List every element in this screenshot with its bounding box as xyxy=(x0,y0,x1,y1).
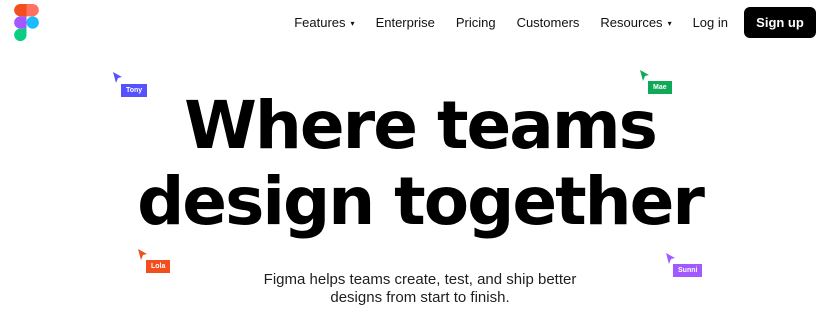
nav-item-label: Enterprise xyxy=(375,14,435,30)
top-nav: Features ▾ Enterprise Pricing Customers … xyxy=(294,0,840,44)
cursor-name-tag-lola: Lola xyxy=(146,260,171,273)
cursor-pointer-icon xyxy=(666,253,675,264)
nav-item-label: Resources xyxy=(600,14,663,30)
hero-subtitle: Figma helps teams create, test, and ship… xyxy=(0,271,840,307)
cursor-name-tag-tony: Tony xyxy=(121,84,148,97)
cursor-name-tag-mae: Mae xyxy=(648,81,672,94)
nav-item-label: Customers xyxy=(516,14,580,30)
headline-line-2: design together xyxy=(137,163,705,240)
nav-item-label: Pricing xyxy=(455,14,496,30)
chevron-down-icon: ▾ xyxy=(350,18,355,28)
signup-button[interactable]: Sign up xyxy=(744,6,816,38)
nav-item-customers[interactable]: Customers xyxy=(517,15,580,30)
cursor-pointer-icon xyxy=(138,249,147,260)
login-link[interactable]: Log in xyxy=(693,15,728,30)
hero-headline: Where teams design together xyxy=(0,88,840,240)
nav-item-enterprise[interactable]: Enterprise xyxy=(376,15,435,30)
chevron-down-icon: ▾ xyxy=(667,18,672,28)
subtitle-line-2: designs from start to finish. xyxy=(330,289,510,306)
cursor-pointer-icon xyxy=(113,72,122,83)
cursor-name-tag-sunni: Sunni xyxy=(673,264,703,277)
figma-logo-icon[interactable] xyxy=(14,4,39,41)
subtitle-line-1: Figma helps teams create, test, and ship… xyxy=(263,271,577,288)
cursor-pointer-icon xyxy=(640,70,649,81)
headline-line-1: Where teams xyxy=(184,87,658,164)
nav-item-pricing[interactable]: Pricing xyxy=(456,15,496,30)
nav-item-features[interactable]: Features ▾ xyxy=(294,15,354,30)
nav-item-label: Features xyxy=(294,14,346,30)
nav-item-resources[interactable]: Resources ▾ xyxy=(600,15,671,30)
